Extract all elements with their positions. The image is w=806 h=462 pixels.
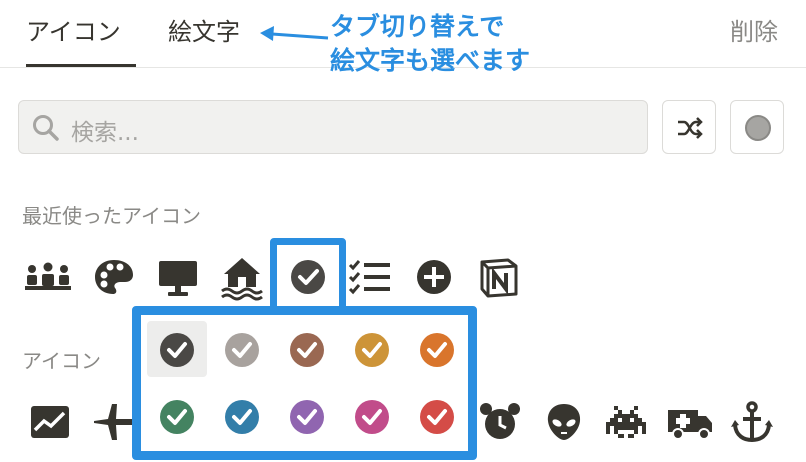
color-palette-popup — [132, 306, 477, 460]
checkmark-circle-icon — [290, 333, 324, 367]
checkmark-circle-icon — [225, 333, 259, 367]
random-button[interactable] — [662, 100, 716, 154]
color-dot-icon — [745, 115, 771, 141]
color-swatch-yellow[interactable] — [352, 330, 392, 370]
color-swatch-orange[interactable] — [417, 330, 457, 370]
color-swatch-default[interactable] — [157, 330, 197, 370]
color-select-button[interactable] — [730, 100, 784, 154]
annotation-line-1: タブ切り替えで — [330, 12, 505, 41]
tab-icons[interactable]: アイコン — [26, 12, 121, 47]
plus-circle-icon[interactable] — [408, 251, 460, 303]
section-title-recent: 最近使ったアイコン — [22, 204, 201, 228]
palette-icon[interactable] — [88, 251, 140, 303]
alarm-clock-icon[interactable] — [474, 396, 526, 448]
color-swatch-brown[interactable] — [287, 330, 327, 370]
search-input[interactable]: 検索... — [71, 113, 139, 147]
annotation-line-2: 絵文字も選べます — [330, 46, 531, 75]
house-flood-icon[interactable] — [216, 251, 268, 303]
color-swatch-gray[interactable] — [222, 330, 262, 370]
ambulance-icon[interactable] — [664, 396, 716, 448]
checklist-icon[interactable] — [344, 251, 396, 303]
search-icon — [33, 115, 59, 141]
annotation-text: タブ切り替えで 絵文字も選べます — [330, 10, 530, 78]
checkmark-circle-icon — [160, 333, 194, 367]
checkmark-circle-icon — [225, 400, 259, 434]
notion-logo-icon[interactable] — [472, 251, 524, 303]
chart-line-icon[interactable] — [24, 396, 76, 448]
search-box[interactable]: 検索... — [18, 100, 648, 154]
color-swatch-red[interactable] — [417, 397, 457, 437]
anchor-icon[interactable] — [726, 396, 778, 448]
remove-button[interactable]: 削除 — [730, 12, 778, 47]
desktop-icon[interactable] — [152, 251, 204, 303]
color-swatch-blue[interactable] — [222, 397, 262, 437]
annotation-arrow-icon — [260, 26, 329, 41]
people-icon[interactable] — [22, 251, 74, 303]
checkmark-circle-icon — [420, 400, 454, 434]
tab-emoji[interactable]: 絵文字 — [168, 12, 240, 47]
checkmark-circle-icon — [355, 333, 389, 367]
checkmark-circle-icon — [160, 400, 194, 434]
alien-icon[interactable] — [538, 396, 590, 448]
section-title-icons: アイコン — [22, 349, 101, 373]
checkmark-circle-icon — [290, 400, 324, 434]
color-swatch-green[interactable] — [157, 397, 197, 437]
space-invader-icon[interactable] — [600, 396, 652, 448]
checkmark-circle-icon — [420, 333, 454, 367]
color-swatch-purple[interactable] — [287, 397, 327, 437]
checkmark-circle-icon[interactable] — [282, 251, 334, 303]
color-swatch-pink[interactable] — [352, 397, 392, 437]
checkmark-circle-icon — [355, 400, 389, 434]
shuffle-icon — [678, 117, 703, 139]
